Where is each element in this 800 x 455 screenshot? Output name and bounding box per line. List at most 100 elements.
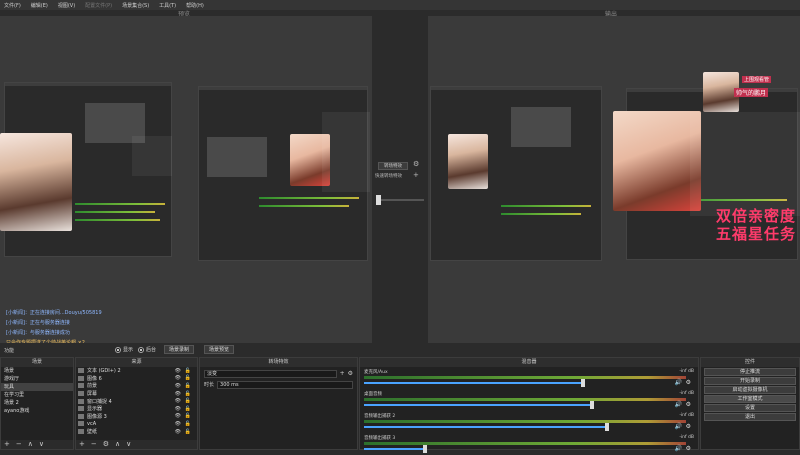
channel-db: -inf dB (679, 435, 694, 440)
gear-icon[interactable]: ⚙ (686, 423, 691, 430)
gear-icon[interactable]: ⚙ (686, 379, 691, 386)
volume-thumb[interactable] (580, 379, 585, 387)
add-icon[interactable]: + (4, 440, 10, 449)
source-item[interactable]: 屏幕 👁 🔓 (76, 390, 197, 398)
control-button[interactable]: 开始录制 (704, 377, 796, 385)
preview-canvas[interactable]: [小新闻]：正在连接房间...Douyu/505819 [小新闻]：正在与服务器连… (0, 16, 372, 343)
scene-item[interactable]: 游戏厅 (1, 375, 73, 383)
transition-slider[interactable] (376, 195, 424, 205)
speaker-icon[interactable]: 🔊 (675, 379, 682, 386)
move-down-icon[interactable]: ∨ (39, 440, 44, 449)
eye-icon[interactable]: 👁 (175, 421, 181, 427)
control-button[interactable]: 工作室模式 (704, 395, 796, 403)
remove-icon[interactable]: − (16, 440, 22, 449)
channel-name: 桌面音频 (364, 392, 382, 397)
source-item[interactable]: 窗口捕捉 4 👁 🔓 (76, 397, 197, 405)
volume-slider[interactable] (364, 382, 583, 384)
source-item[interactable]: 壁纸 👁 🔓 (76, 428, 197, 436)
move-down-icon[interactable]: ∨ (126, 440, 131, 449)
scene-record-button[interactable]: 场景录制 (164, 345, 194, 354)
lock-icon[interactable]: 🔓 (185, 429, 191, 435)
eye-icon[interactable]: 👁 (175, 413, 181, 419)
volume-thumb[interactable] (590, 401, 594, 409)
eye-icon[interactable]: 👁 (175, 429, 181, 435)
volume-slider[interactable] (364, 426, 608, 428)
source-label: vcA (87, 420, 97, 427)
menu-item[interactable]: 帮助(H) (186, 2, 204, 9)
remove-icon[interactable]: − (91, 440, 97, 449)
eye-icon[interactable]: 👁 (175, 368, 181, 374)
gear-icon[interactable]: ⚙ (686, 445, 691, 452)
chat-log: [小新闻]：正在连接房间...Douyu/505819 [小新闻]：正在与服务器连… (6, 308, 102, 343)
gear-icon[interactable]: ⚙ (348, 370, 353, 377)
lock-icon[interactable]: 🔓 (185, 398, 191, 404)
control-buttons: 停止推流 开始录制 启动虚拟摄像机 工作室模式 设置 退出 (701, 368, 799, 421)
menu-item[interactable]: 文件(F) (4, 2, 21, 9)
slider-thumb[interactable] (376, 195, 381, 205)
volume-slider[interactable] (364, 404, 592, 406)
scene-item[interactable]: 场景 2 (1, 399, 73, 407)
speaker-icon[interactable]: 🔊 (675, 423, 682, 430)
scene-item[interactable]: 玩具 (1, 383, 73, 391)
source-item[interactable]: 显示器 👁 🔓 (76, 405, 197, 413)
move-up-icon[interactable]: ∧ (115, 440, 120, 449)
transition-select[interactable]: 淡变 (204, 369, 337, 378)
volume-thumb[interactable] (605, 423, 610, 431)
gear-icon[interactable]: ⚙ (413, 160, 419, 168)
lock-icon[interactable]: 🔓 (185, 391, 191, 397)
duration-input[interactable]: 300 ms (217, 380, 353, 389)
speaker-icon[interactable]: 🔊 (675, 445, 682, 452)
menu-item[interactable]: 工具(T) (159, 2, 176, 9)
lock-icon[interactable]: 🔓 (185, 421, 191, 427)
controls-title: 控件 (701, 358, 799, 367)
eye-icon[interactable]: 👁 (175, 406, 181, 412)
radio-dot-icon[interactable] (115, 346, 121, 353)
lock-icon[interactable]: 🔓 (185, 368, 191, 374)
move-up-icon[interactable]: ∧ (28, 440, 33, 449)
speaker-icon[interactable]: 🔊 (675, 401, 682, 408)
lock-icon[interactable]: 🔓 (185, 406, 191, 412)
volume-thumb[interactable] (422, 445, 427, 453)
radio-label: 显示 (123, 347, 134, 353)
plus-icon[interactable]: + (413, 171, 419, 179)
add-icon[interactable]: + (79, 440, 85, 449)
control-button[interactable]: 停止推流 (704, 368, 796, 376)
radio-dot-icon[interactable] (138, 346, 144, 353)
source-type-icon (78, 429, 84, 435)
source-item[interactable]: vcA 👁 🔓 (76, 420, 197, 428)
channel-db: -inf dB (679, 391, 694, 396)
scene-item[interactable]: 场景 (1, 367, 73, 375)
eye-icon[interactable]: 👁 (175, 391, 181, 397)
lock-icon[interactable]: 🔓 (185, 383, 191, 389)
gear-icon[interactable]: ⚙ (103, 440, 109, 449)
source-item[interactable]: 文本 (GDI+) 2 👁 🔓 (76, 367, 197, 375)
eye-icon[interactable]: 👁 (175, 375, 181, 381)
source-list: 文本 (GDI+) 2 👁 🔓 图像 6 👁 🔓 前景 👁 🔓 屏幕 👁 🔓 窗口捕捉 4 👁 🔓 显示器 👁 🔓… (76, 367, 197, 435)
menu-item[interactable]: 场景集合(S) (122, 2, 149, 9)
source-label: 文本 (GDI+) 2 (87, 368, 121, 375)
source-item[interactable]: 图像 6 👁 🔓 (76, 375, 197, 383)
source-item[interactable]: 图像源 3 👁 🔓 (76, 413, 197, 421)
mixer-channel: 桌面音频 -inf dB 🔊 ⚙ (364, 391, 694, 411)
control-button[interactable]: 设置 (704, 404, 796, 412)
control-button[interactable]: 启动虚拟摄像机 (704, 386, 796, 394)
scene-preview-button[interactable]: 场景预览 (204, 345, 234, 354)
controls-dock: 控件 停止推流 开始录制 启动虚拟摄像机 工作室模式 设置 退出 (700, 357, 800, 450)
eye-icon[interactable]: 👁 (175, 398, 181, 404)
gear-icon[interactable]: ⚙ (686, 401, 691, 408)
radio-background[interactable]: 后台 (138, 346, 156, 353)
scene-item[interactable]: 在学习里 (1, 391, 73, 399)
menu-item[interactable]: 配置文件(P) (85, 2, 112, 9)
source-label: 显示器 (87, 406, 103, 413)
transition-button[interactable]: 转场特效 (378, 162, 408, 170)
radio-display[interactable]: 显示 (115, 346, 133, 353)
source-item[interactable]: 前景 👁 🔓 (76, 382, 197, 390)
lock-icon[interactable]: 🔓 (185, 413, 191, 419)
control-button[interactable]: 退出 (704, 413, 796, 421)
eye-icon[interactable]: 👁 (175, 383, 181, 389)
menu-item[interactable]: 编辑(E) (31, 2, 48, 9)
lock-icon[interactable]: 🔓 (185, 375, 191, 381)
add-transition-icon[interactable]: + (340, 370, 345, 377)
scene-item[interactable]: ayano游戏 (1, 407, 73, 415)
menu-item[interactable]: 视图(V) (58, 2, 75, 9)
